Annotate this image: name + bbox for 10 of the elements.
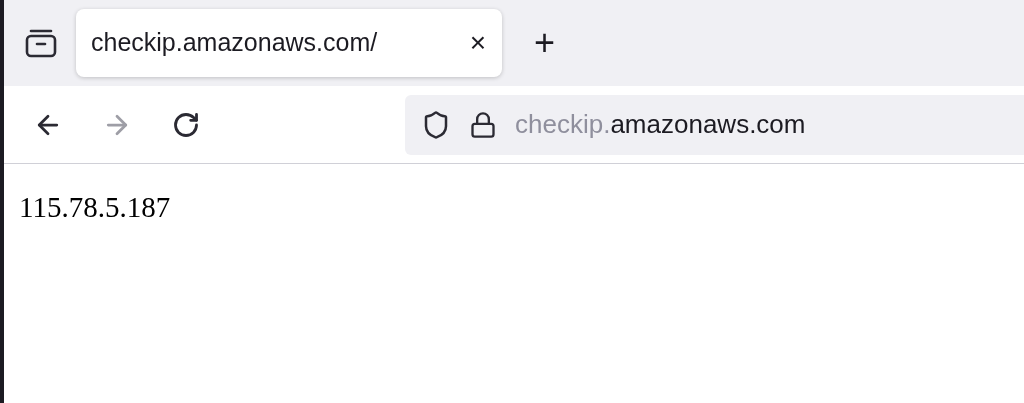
tab-title: checkip.amazonaws.com/: [91, 27, 378, 59]
reload-icon: [172, 110, 200, 139]
close-tab-button[interactable]: ×: [469, 29, 486, 57]
url-text: checkip.amazonaws.com: [515, 108, 806, 141]
new-tab-button[interactable]: +: [534, 25, 556, 61]
browser-tab[interactable]: checkip.amazonaws.com/ ×: [76, 9, 502, 77]
address-bar[interactable]: checkip.amazonaws.com: [405, 94, 1024, 155]
lock-icon: [469, 110, 497, 139]
ip-address: 115.78.5.187: [19, 191, 171, 223]
tab-list-icon[interactable]: [24, 28, 58, 58]
